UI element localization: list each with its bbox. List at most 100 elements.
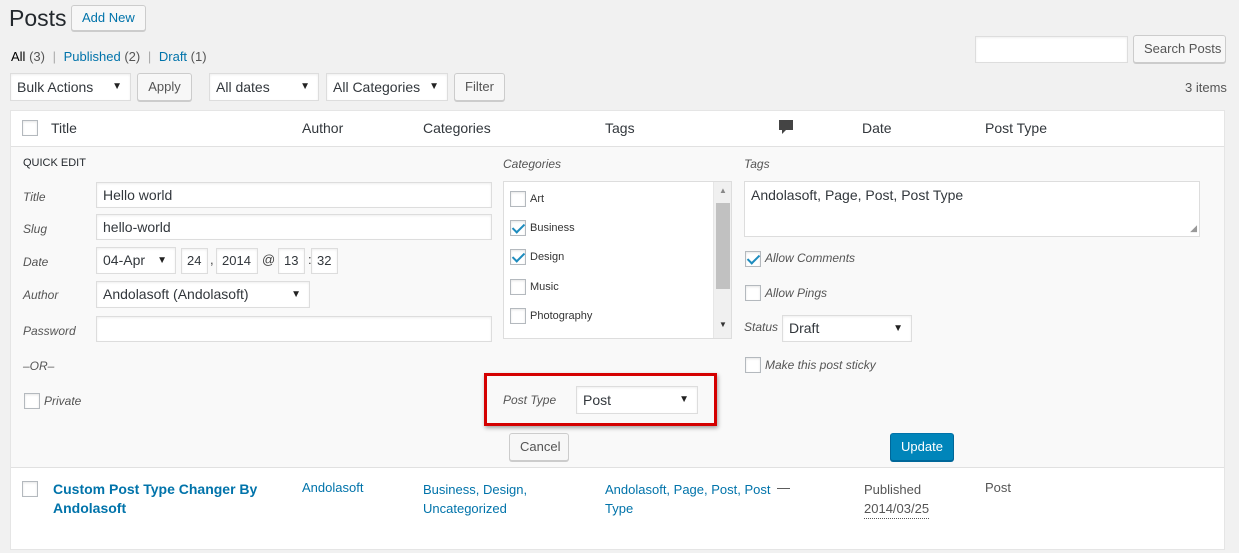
scroll-down-icon[interactable]: ▼	[719, 320, 727, 329]
filter-draft[interactable]: Draft	[159, 49, 187, 64]
post-title-link[interactable]: Andolasoft	[53, 499, 257, 518]
day-input[interactable]: 24	[181, 248, 208, 274]
or-label: –OR–	[23, 359, 55, 373]
allow-comments-checkbox[interactable]	[745, 251, 761, 267]
column-post-type: Post Type	[985, 120, 1048, 136]
filter-button[interactable]: Filter	[454, 73, 505, 101]
category-checkbox[interactable]	[510, 191, 526, 207]
filter-all-count: (3)	[29, 49, 45, 64]
row-tags: Andolasoft, Page, Post, Post Type	[605, 480, 771, 518]
author-select[interactable]: Andolasoft (Andolasoft) ▼	[96, 281, 310, 308]
row-date-value: 2014/03/25	[864, 499, 930, 519]
row-author-link[interactable]: Andolasoft	[302, 480, 363, 495]
category-label: Music	[530, 280, 559, 293]
dropdown-arrow-icon: ▼	[157, 255, 167, 266]
column-title[interactable]: Title	[51, 120, 77, 136]
row-date-status: Published	[864, 482, 922, 497]
row-checkbox[interactable]	[22, 481, 38, 497]
status-filters: All (3) | Published (2) | Draft (1)	[11, 49, 207, 64]
category-item[interactable]: Photography	[510, 308, 592, 324]
category-label: Design	[530, 250, 565, 263]
slug-label: Slug	[23, 222, 48, 236]
update-button[interactable]: Update	[890, 433, 954, 461]
category-label: Art	[530, 192, 545, 205]
category-item[interactable]: Design	[510, 249, 564, 265]
filter-separator: |	[52, 49, 56, 64]
slug-input[interactable]: hello-world	[96, 214, 492, 240]
minute-input[interactable]: 32	[311, 248, 338, 274]
column-date[interactable]: Date	[862, 120, 892, 136]
cancel-button[interactable]: Cancel	[509, 433, 569, 461]
year-input[interactable]: 2014	[216, 248, 258, 274]
search-posts-button[interactable]: Search Posts	[1133, 35, 1226, 63]
filter-separator: |	[147, 49, 152, 64]
row-categories-link[interactable]: Uncategorized	[423, 499, 527, 518]
allow-pings-checkbox[interactable]	[745, 285, 761, 301]
allow-pings-label: Allow Pings	[765, 286, 828, 300]
row-categories: Business, Design, Uncategorized	[423, 480, 527, 518]
row-post-type: Post	[985, 480, 1012, 495]
status-select[interactable]: Draft ▼	[782, 315, 912, 342]
date-at: @	[262, 252, 276, 267]
comment-bubble-icon[interactable]	[778, 119, 794, 139]
tags-value: Andolasoft, Page, Post, Post Type	[751, 187, 964, 203]
post-type-value: Post	[583, 392, 612, 408]
category-checkbox[interactable]	[510, 249, 526, 265]
table-row: Custom Post Type Changer By Andolasoft	[53, 480, 257, 518]
dates-value: All dates	[216, 79, 270, 95]
filter-draft-count: (1)	[190, 49, 207, 64]
categories-label: Categories	[503, 157, 562, 171]
title-label: Title	[23, 190, 46, 204]
password-input[interactable]	[96, 316, 492, 342]
author-value: Andolasoft (Andolasoft)	[103, 286, 249, 302]
filter-all[interactable]: All	[11, 49, 25, 64]
category-checkbox[interactable]	[510, 220, 526, 236]
row-categories-link[interactable]: Business, Design,	[423, 480, 527, 499]
tags-textarea[interactable]: Andolasoft, Page, Post, Post Type ◢	[744, 181, 1200, 237]
sticky-checkbox[interactable]	[745, 357, 761, 373]
column-tags: Tags	[605, 120, 635, 136]
month-select[interactable]: 04-Apr ▼	[96, 247, 176, 274]
search-input[interactable]	[975, 36, 1128, 63]
private-checkbox[interactable]	[24, 393, 40, 409]
post-type-select[interactable]: Post ▼	[576, 386, 698, 414]
categories-select[interactable]: All Categories ▼	[326, 73, 448, 101]
status-label: Status	[744, 320, 779, 334]
row-tags-link[interactable]: Type	[605, 499, 771, 518]
post-title-link[interactable]: Custom Post Type Changer By	[53, 480, 257, 499]
author-label: Author	[23, 288, 59, 302]
column-categories: Categories	[423, 120, 491, 136]
bulk-actions-select[interactable]: Bulk Actions ▼	[10, 73, 131, 101]
password-label: Password	[23, 324, 76, 338]
category-label: Photography	[530, 309, 593, 322]
add-new-button[interactable]: Add New	[71, 5, 146, 31]
resize-handle-icon[interactable]: ◢	[1190, 223, 1197, 234]
tags-label: Tags	[744, 157, 770, 171]
scroll-up-icon[interactable]: ▲	[719, 186, 727, 195]
filter-published[interactable]: Published	[64, 49, 121, 64]
dropdown-arrow-icon: ▼	[112, 81, 122, 92]
month-value: 04-Apr	[103, 252, 146, 268]
scrollbar-thumb[interactable]	[716, 203, 730, 289]
dropdown-arrow-icon: ▼	[429, 81, 439, 92]
row-comments: —	[777, 480, 790, 495]
category-item[interactable]: Art	[510, 191, 544, 207]
post-type-label: Post Type	[503, 393, 557, 407]
dropdown-arrow-icon: ▼	[893, 323, 903, 334]
row-date: Published 2014/03/25	[864, 480, 930, 519]
title-input[interactable]: Hello world	[96, 182, 492, 208]
categories-checklist[interactable]: Art Business Design Music Photography ▲ …	[503, 181, 732, 339]
sticky-label: Make this post sticky	[765, 358, 876, 372]
row-tags-link[interactable]: Andolasoft, Page, Post, Post	[605, 480, 771, 499]
hour-input[interactable]: 13	[278, 248, 305, 274]
category-checkbox[interactable]	[510, 279, 526, 295]
apply-button[interactable]: Apply	[137, 73, 192, 101]
items-count: 3 items	[1185, 80, 1227, 95]
categories-scrollbar[interactable]: ▲ ▼	[713, 182, 731, 338]
category-checkbox[interactable]	[510, 308, 526, 324]
select-all-checkbox[interactable]	[22, 120, 38, 136]
dates-select[interactable]: All dates ▼	[209, 73, 319, 101]
dropdown-arrow-icon: ▼	[679, 394, 689, 405]
category-item[interactable]: Business	[510, 220, 575, 236]
category-item[interactable]: Music	[510, 279, 559, 295]
